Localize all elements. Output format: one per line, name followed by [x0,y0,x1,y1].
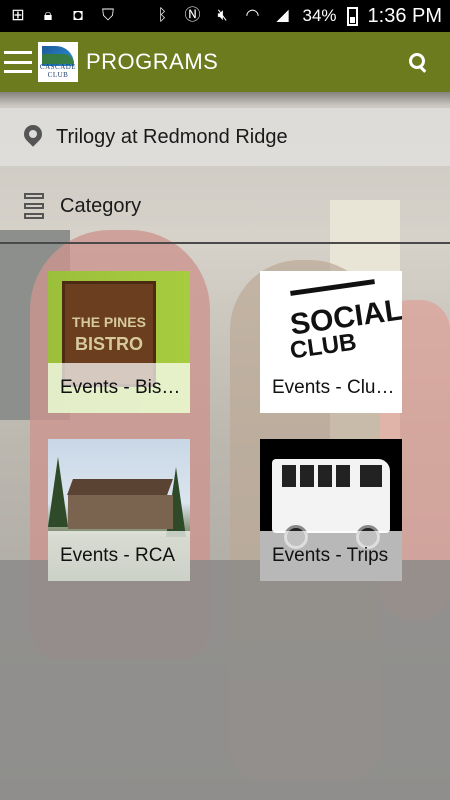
program-tile-club[interactable]: SOCIAL CLUB Events - Clu… [260,271,402,413]
bistro-sign-line-2: BISTRO [74,334,143,354]
wifi-icon: ◠ [245,7,260,24]
tile-label: Events - Bis… [48,363,190,413]
menu-icon[interactable] [4,51,32,73]
location-label: Trilogy at Redmond Ridge [56,125,288,148]
app-bar: CASCADE CLUB PROGRAMS [0,32,450,92]
lock-icon: 🔒︎ [43,7,53,24]
status-bar: ⊞ 🔒︎ ◘ ⛉ ᛒ Ⓝ 🔇︎ ◠ ◢ 34% 1:36 PM [0,0,450,32]
cascade-club-logo[interactable]: CASCADE CLUB [38,42,78,82]
program-tile-trips[interactable]: Events - Trips [260,439,402,581]
tile-label: Events - Clu… [260,363,402,413]
program-tile-rca[interactable]: Events - RCA [48,439,190,581]
clock: 1:36 PM [367,4,442,27]
page-title: PROGRAMS [86,49,219,74]
bistro-sign-line-1: THE PINES [72,314,146,330]
mute-icon: 🔇︎ [217,7,228,24]
file-cabinet-icon [24,193,44,219]
program-tile-bistro[interactable]: THE PINES BISTRO Events - Bis… [48,271,190,413]
signal-icon: ◢ [276,7,289,24]
category-selector[interactable]: Category [0,180,450,232]
tile-label: Events - RCA [48,531,190,581]
tile-label: Events - Trips [260,531,402,581]
app-bar-shadow [0,92,450,106]
battery-icon [346,6,358,26]
search-icon[interactable] [408,52,428,72]
category-label: Category [60,194,142,217]
instagram-icon: ◘ [73,7,83,24]
add-notification-icon: ⊞ [11,7,25,24]
divider [0,242,450,244]
battery-percent: 34% [302,6,337,25]
location-pin-icon [24,125,42,149]
shield-icon: ⛉ [101,7,114,24]
nfc-icon: Ⓝ [184,7,201,24]
logo-text: CASCADE CLUB [39,63,77,79]
bluetooth-icon: ᛒ [157,7,168,24]
location-selector[interactable]: Trilogy at Redmond Ridge [0,108,450,166]
